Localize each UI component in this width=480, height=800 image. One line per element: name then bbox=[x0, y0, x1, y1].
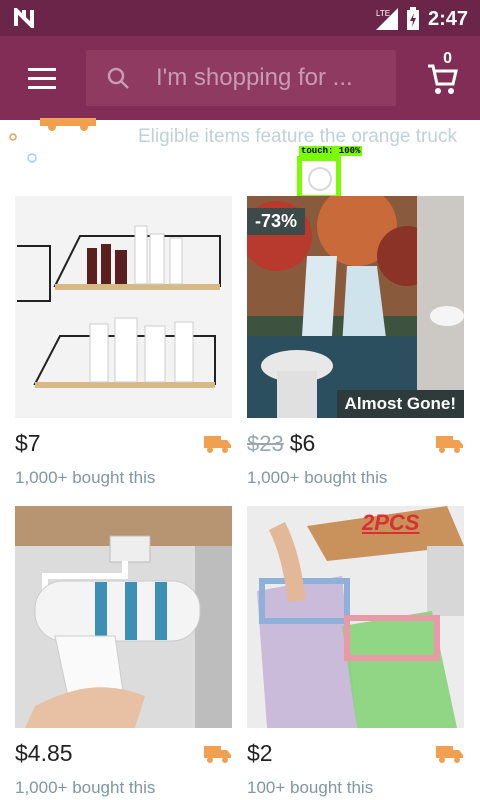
touch-indicator-label: touch: 100% bbox=[299, 146, 363, 156]
truck-icon bbox=[436, 746, 463, 763]
price-row: $23 $6 bbox=[247, 430, 464, 462]
top-app-bar: 0 bbox=[0, 36, 480, 120]
bought-count: 1,000+ bought this bbox=[15, 468, 156, 487]
price-row: $4.85 bbox=[15, 740, 232, 772]
product-image[interactable] bbox=[15, 506, 232, 728]
search-bar[interactable] bbox=[86, 50, 396, 106]
product-image[interactable] bbox=[15, 196, 232, 418]
orange-truck-icon bbox=[40, 118, 96, 131]
battery-icon bbox=[406, 7, 419, 30]
decor-dot-icon bbox=[27, 153, 37, 163]
product-image[interactable]: -73% Almost Gone! bbox=[247, 196, 464, 418]
bought-count: 100+ bought this bbox=[247, 778, 374, 797]
notification-n-icon bbox=[14, 8, 34, 28]
truck-icon bbox=[204, 436, 231, 453]
almost-gone-badge: Almost Gone! bbox=[336, 390, 464, 418]
svg-text:LTE: LTE bbox=[376, 9, 390, 18]
hamburger-icon[interactable] bbox=[28, 68, 56, 89]
discount-badge: -73% bbox=[247, 208, 306, 235]
price-row: $2 bbox=[247, 740, 464, 772]
cart-icon bbox=[428, 64, 458, 94]
touch-indicator bbox=[297, 156, 341, 200]
bought-count: 1,000+ bought this bbox=[247, 468, 388, 487]
truck-icon bbox=[436, 436, 463, 453]
pack-label: 2PCS bbox=[362, 510, 420, 535]
status-bar: LTE 2:47 bbox=[0, 0, 480, 36]
product-price: $2 bbox=[247, 740, 273, 766]
product-card[interactable]: $7 1,000+ bought this bbox=[15, 196, 232, 487]
status-time: 2:47 bbox=[427, 7, 468, 30]
product-price: $7 bbox=[15, 430, 41, 456]
truck-icon bbox=[204, 746, 231, 763]
decor-dot-icon bbox=[9, 133, 17, 141]
product-image[interactable]: 2PCS bbox=[247, 506, 464, 728]
bought-count: 1,000+ bought this bbox=[15, 778, 156, 797]
product-card[interactable]: $4.85 1,000+ bought this bbox=[15, 506, 232, 797]
original-price: $23 bbox=[247, 431, 284, 456]
search-icon bbox=[107, 67, 129, 89]
cart-button[interactable]: 0 bbox=[426, 50, 462, 96]
price-row: $7 bbox=[15, 430, 232, 462]
signal-icon: LTE bbox=[375, 8, 398, 30]
product-price: $4.85 bbox=[15, 740, 73, 766]
shipping-banner: Eligible items feature the orange truck bbox=[0, 118, 480, 196]
search-input[interactable] bbox=[156, 62, 376, 94]
product-card[interactable]: 2PCS $2 100+ bought this bbox=[247, 506, 464, 797]
product-card[interactable]: -73% Almost Gone! $23 $6 1,000+ bought th… bbox=[247, 196, 464, 487]
cart-count: 0 bbox=[443, 50, 452, 67]
product-price: $6 bbox=[289, 430, 316, 456]
